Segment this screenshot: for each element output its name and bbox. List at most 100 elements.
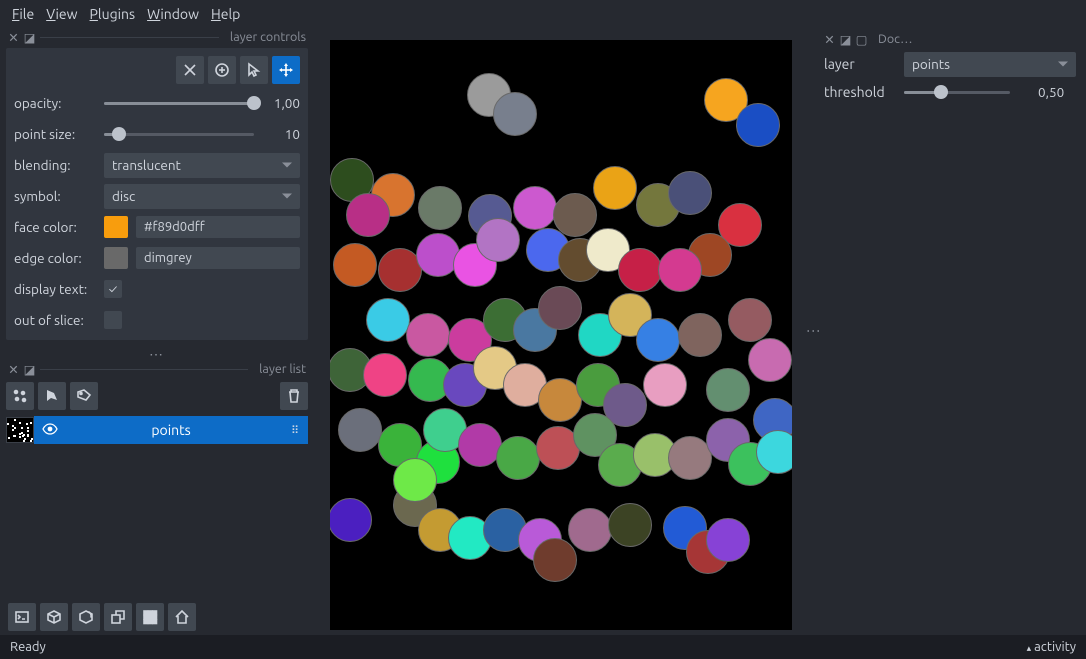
new-shapes-layer-button[interactable] <box>38 382 66 410</box>
canvas-point[interactable] <box>393 458 437 502</box>
layer-controls-panel: opacity: 1,00 point size: 10 blending: t… <box>6 48 308 340</box>
ndisplay-button[interactable] <box>40 603 68 631</box>
menu-help[interactable]: Help <box>207 4 244 24</box>
home-button[interactable] <box>168 603 196 631</box>
opacity-label: opacity: <box>14 95 96 111</box>
canvas-point[interactable] <box>706 518 750 562</box>
face-color-label: face color: <box>14 219 96 235</box>
out-of-slice-checkbox[interactable] <box>104 311 122 329</box>
float-icon[interactable]: ◪ <box>840 34 851 45</box>
new-labels-layer-button[interactable] <box>70 382 98 410</box>
canvas-point[interactable] <box>346 193 390 237</box>
opacity-slider[interactable] <box>104 95 254 111</box>
canvas-area: ⋮ <box>314 28 820 635</box>
canvas-point[interactable] <box>636 318 680 362</box>
canvas-point[interactable] <box>756 430 792 474</box>
threshold-slider[interactable] <box>904 84 1010 100</box>
canvas-point[interactable] <box>493 92 537 136</box>
canvas-point[interactable] <box>418 186 462 230</box>
select-points-button[interactable] <box>240 56 268 84</box>
float-icon[interactable]: ◪ <box>24 32 35 43</box>
delete-points-button[interactable] <box>176 56 204 84</box>
layer-thumbnail <box>6 417 34 443</box>
layer-controls-header: ✕ ◪ layer controls <box>0 28 314 46</box>
layer-list-header: ✕ ◪ layer list <box>0 360 314 378</box>
point-size-slider[interactable] <box>104 126 254 142</box>
panel-separator[interactable]: ⋯ <box>0 346 314 360</box>
canvas-point[interactable] <box>593 166 637 210</box>
viewer-canvas[interactable] <box>330 40 792 630</box>
canvas-point[interactable] <box>568 508 612 552</box>
point-size-value: 10 <box>262 126 300 142</box>
canvas-point[interactable] <box>618 248 662 292</box>
layer-name: points <box>151 422 190 438</box>
canvas-point[interactable] <box>736 103 780 147</box>
threshold-label: threshold <box>824 84 896 100</box>
close-icon[interactable]: ✕ <box>8 32 19 43</box>
canvas-point[interactable] <box>476 218 520 262</box>
display-text-checkbox[interactable] <box>104 280 122 298</box>
face-color-input[interactable]: #f89d0dff <box>136 216 300 238</box>
canvas-point[interactable] <box>643 363 687 407</box>
layer-row-points[interactable]: points ⠿ <box>6 416 308 444</box>
edge-color-swatch[interactable] <box>104 247 128 269</box>
blending-label: blending: <box>14 157 96 173</box>
canvas-point[interactable] <box>363 353 407 397</box>
hide-icon[interactable]: ▢ <box>856 34 867 45</box>
activity-button[interactable]: ▴activity <box>1027 640 1076 654</box>
canvas-point[interactable] <box>496 436 540 480</box>
float-icon[interactable]: ◪ <box>24 364 35 375</box>
canvas-point[interactable] <box>330 498 372 542</box>
canvas-point[interactable] <box>748 338 792 382</box>
canvas-point[interactable] <box>533 538 577 582</box>
eye-icon[interactable] <box>42 421 58 440</box>
face-color-swatch[interactable] <box>104 216 128 238</box>
transpose-button[interactable] <box>104 603 132 631</box>
pan-zoom-button[interactable] <box>272 56 300 84</box>
canvas-point[interactable] <box>333 243 377 287</box>
out-of-slice-label: out of slice: <box>14 312 96 328</box>
menu-window[interactable]: Window <box>143 4 203 24</box>
splitter-handle[interactable]: ⋮ <box>808 324 820 340</box>
new-points-layer-button[interactable] <box>6 382 34 410</box>
close-icon[interactable]: ✕ <box>8 364 19 375</box>
edge-color-input[interactable]: dimgrey <box>136 247 300 269</box>
menu-view[interactable]: View <box>42 4 81 24</box>
blending-select[interactable]: translucent <box>104 153 300 178</box>
threshold-value: 0,50 <box>1018 84 1064 100</box>
canvas-point[interactable] <box>513 186 557 230</box>
canvas-point[interactable] <box>678 313 722 357</box>
layer-list-title: layer list <box>253 362 306 376</box>
canvas-point[interactable] <box>538 286 582 330</box>
canvas-point[interactable] <box>406 313 450 357</box>
canvas-point[interactable] <box>668 171 712 215</box>
display-text-label: display text: <box>14 281 96 297</box>
menu-plugins[interactable]: Plugins <box>86 4 140 24</box>
layer-select[interactable]: points <box>904 52 1076 77</box>
menu-file[interactable]: File <box>8 4 38 24</box>
right-dock-title: Doc… <box>872 32 913 46</box>
opacity-value: 1,00 <box>262 95 300 111</box>
status-ready: Ready <box>10 640 46 654</box>
right-dock: ✕ ◪ ▢ Doc… layer points threshold 0,50 <box>820 28 1086 635</box>
grid-button[interactable] <box>136 603 164 631</box>
canvas-point[interactable] <box>728 298 772 342</box>
canvas-point[interactable] <box>658 248 702 292</box>
symbol-label: symbol: <box>14 188 96 204</box>
symbol-select[interactable]: disc <box>104 184 300 209</box>
close-icon[interactable]: ✕ <box>824 34 835 45</box>
edge-color-label: edge color: <box>14 250 96 266</box>
canvas-point[interactable] <box>608 503 652 547</box>
grip-icon[interactable]: ⠿ <box>291 424 300 437</box>
canvas-point[interactable] <box>338 408 382 452</box>
roll-dims-button[interactable] <box>72 603 100 631</box>
console-button[interactable] <box>8 603 36 631</box>
canvas-point[interactable] <box>706 368 750 412</box>
menu-bar: File View Plugins Window Help <box>0 0 1086 28</box>
layer-select-label: layer <box>824 56 896 72</box>
add-points-button[interactable] <box>208 56 236 84</box>
canvas-point[interactable] <box>366 298 410 342</box>
left-dock: ✕ ◪ layer controls opacity: 1,00 point s… <box>0 28 314 635</box>
layer-controls-title: layer controls <box>224 30 306 44</box>
delete-layer-button[interactable] <box>280 382 308 410</box>
